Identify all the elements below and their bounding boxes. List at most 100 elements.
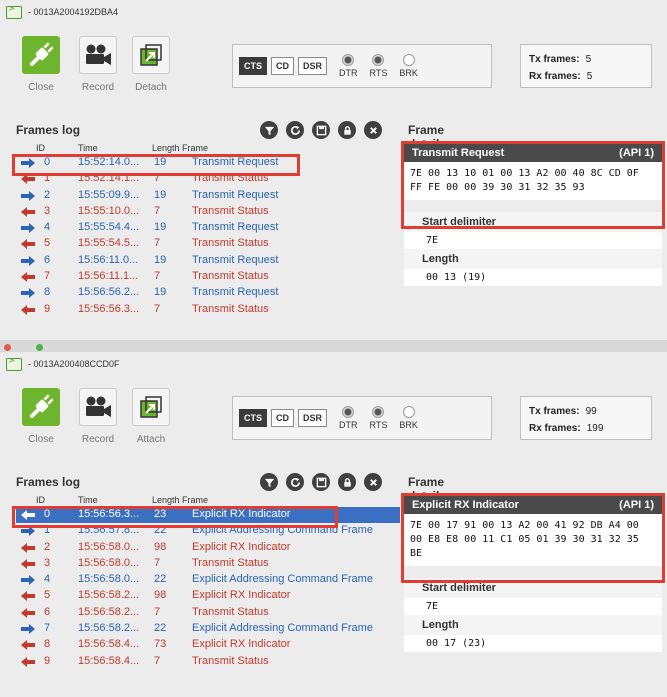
field-label: Length xyxy=(422,253,459,265)
cell-time: 15:55:54.5... xyxy=(78,237,140,250)
minimize-window-icon[interactable] xyxy=(20,344,27,351)
details-highlight xyxy=(401,493,665,583)
table-row[interactable]: 8 15:56:56.2... 19 Transmit Request xyxy=(16,285,400,301)
table-row[interactable]: 5 15:56:58.2... 98 Explicit RX Indicator xyxy=(16,588,400,604)
col-id: ID xyxy=(36,495,45,505)
log-toolbar xyxy=(260,121,382,139)
cell-time: 15:55:10.0... xyxy=(78,204,140,217)
device-id: - 0013A2004192DBA4 xyxy=(28,7,119,17)
dtr-toggle[interactable]: DTR xyxy=(339,54,358,78)
cell-time: 15:56:56.3... xyxy=(78,302,140,315)
table-row[interactable]: 4 15:56:58.0... 22 Explicit Addressing Comm… xyxy=(16,572,400,588)
cell-id: 4 xyxy=(44,573,51,586)
cell-length: 98 xyxy=(154,540,167,553)
frames-list: 0 15:56:56.3... 23 Explicit RX Indicator 1 15… xyxy=(16,507,400,670)
save-disk-icon[interactable] xyxy=(312,473,330,491)
cell-frame: Explicit RX Indicator xyxy=(192,638,291,651)
table-row[interactable]: 7 15:56:11.1... 7 Transmit Status xyxy=(16,269,400,285)
brk-toggle[interactable]: BRK xyxy=(399,406,418,430)
field-length: Length 00 13 (19) xyxy=(404,249,662,286)
window-title: - 0013A2004192DBA4 xyxy=(6,4,118,20)
table-row[interactable]: 3 15:55:10.0... 7 Transmit Status xyxy=(16,204,400,220)
field-length: Length 00 17 (23) xyxy=(404,615,662,652)
cell-id: 4 xyxy=(44,221,51,234)
lock-icon[interactable] xyxy=(338,473,356,491)
clear-x-icon[interactable] xyxy=(364,473,382,491)
cell-time: 15:56:58.2... xyxy=(78,622,140,635)
record-label: Record xyxy=(81,82,115,93)
rx-label: Rx frames: xyxy=(529,423,581,434)
save-disk-icon[interactable] xyxy=(312,121,330,139)
console-device-icon xyxy=(6,356,22,371)
dsr-indicator: DSR xyxy=(298,57,328,75)
rts-toggle[interactable]: RTS xyxy=(370,54,387,78)
refresh-icon[interactable] xyxy=(286,473,304,491)
table-row[interactable]: 6 15:56:11.0... 19 Transmit Request xyxy=(16,253,400,269)
table-row[interactable]: 5 15:55:54.5... 7 Transmit Status xyxy=(16,236,400,252)
cell-id: 8 xyxy=(44,286,51,299)
detach-button[interactable]: Attach xyxy=(126,388,176,445)
field-value: 7E xyxy=(404,232,662,249)
cell-length: 7 xyxy=(154,556,161,569)
table-row[interactable]: 8 15:56:58.4... 73 Explicit RX Indicator xyxy=(16,637,400,653)
arrow-right-icon xyxy=(20,623,36,635)
cell-time: 15:56:56.2... xyxy=(78,286,140,299)
table-row[interactable]: 6 15:56:58.2... 7 Transmit Status xyxy=(16,605,400,621)
cell-id: 9 xyxy=(44,302,51,315)
brk-toggle[interactable]: BRK xyxy=(399,54,418,78)
col-length: Length xyxy=(152,495,180,505)
zoom-window-icon[interactable] xyxy=(36,344,43,351)
close-button[interactable]: Close xyxy=(16,388,66,445)
table-row[interactable]: 2 15:56:58.0... 98 Explicit RX Indicator xyxy=(16,540,400,556)
table-row[interactable]: 3 15:56:58.0... 7 Transmit Status xyxy=(16,556,400,572)
cell-frame: Transmit Status xyxy=(192,270,269,283)
cell-time: 15:55:54.4... xyxy=(78,221,140,234)
close-window-icon[interactable] xyxy=(4,344,11,351)
cell-frame: Transmit Request xyxy=(192,221,279,234)
cts-indicator: CTS xyxy=(239,57,267,75)
tx-value: 99 xyxy=(585,406,597,417)
cell-frame: Transmit Status xyxy=(192,204,269,217)
cell-length: 19 xyxy=(154,188,167,201)
cell-time: 15:56:58.2... xyxy=(78,605,140,618)
arrow-left-icon xyxy=(20,656,36,668)
cell-length: 7 xyxy=(154,605,161,618)
table-row[interactable]: 7 15:56:58.2... 22 Explicit Addressing Comm… xyxy=(16,621,400,637)
table-row[interactable]: 4 15:55:54.4... 19 Transmit Request xyxy=(16,220,400,236)
arrow-right-icon xyxy=(20,190,36,202)
cell-frame: Transmit Request xyxy=(192,188,279,201)
table-row[interactable]: 9 15:56:56.3... 7 Transmit Status xyxy=(16,302,400,318)
cell-time: 15:55:09.9... xyxy=(78,188,140,201)
funnel-icon[interactable] xyxy=(260,121,278,139)
dtr-toggle[interactable]: DTR xyxy=(339,406,358,430)
cell-id: 7 xyxy=(44,270,51,283)
record-label: Record xyxy=(81,434,115,445)
cell-length: 7 xyxy=(154,237,161,250)
cell-length: 19 xyxy=(154,286,167,299)
field-start-delimiter: Start delimiter 7E xyxy=(404,578,662,615)
close-button[interactable]: Close xyxy=(16,36,66,93)
col-frame: Frame xyxy=(182,143,209,153)
funnel-icon[interactable] xyxy=(260,473,278,491)
cd-indicator: CD xyxy=(271,57,294,75)
cell-time: 15:56:58.4... xyxy=(78,654,140,667)
rts-toggle[interactable]: RTS xyxy=(370,406,387,430)
table-row[interactable]: 2 15:55:09.9... 19 Transmit Request xyxy=(16,188,400,204)
tx-label: Tx frames: xyxy=(529,54,580,65)
cell-frame: Transmit Status xyxy=(192,654,269,667)
detach-button[interactable]: Detach xyxy=(126,36,176,93)
cell-length: 22 xyxy=(154,622,167,635)
record-button[interactable]: Record xyxy=(73,36,123,93)
cell-length: 7 xyxy=(154,204,161,217)
cd-indicator: CD xyxy=(271,409,294,427)
details-highlight xyxy=(401,141,665,229)
close-label: Close xyxy=(28,434,54,445)
clear-x-icon[interactable] xyxy=(364,121,382,139)
record-button[interactable]: Record xyxy=(73,388,123,445)
arrow-left-icon xyxy=(20,558,36,570)
lock-icon[interactable] xyxy=(338,121,356,139)
window-title: - 0013A200408CCD0F xyxy=(6,356,120,372)
cell-frame: Transmit Status xyxy=(192,237,269,250)
refresh-icon[interactable] xyxy=(286,121,304,139)
table-row[interactable]: 9 15:56:58.4... 7 Transmit Status xyxy=(16,654,400,670)
